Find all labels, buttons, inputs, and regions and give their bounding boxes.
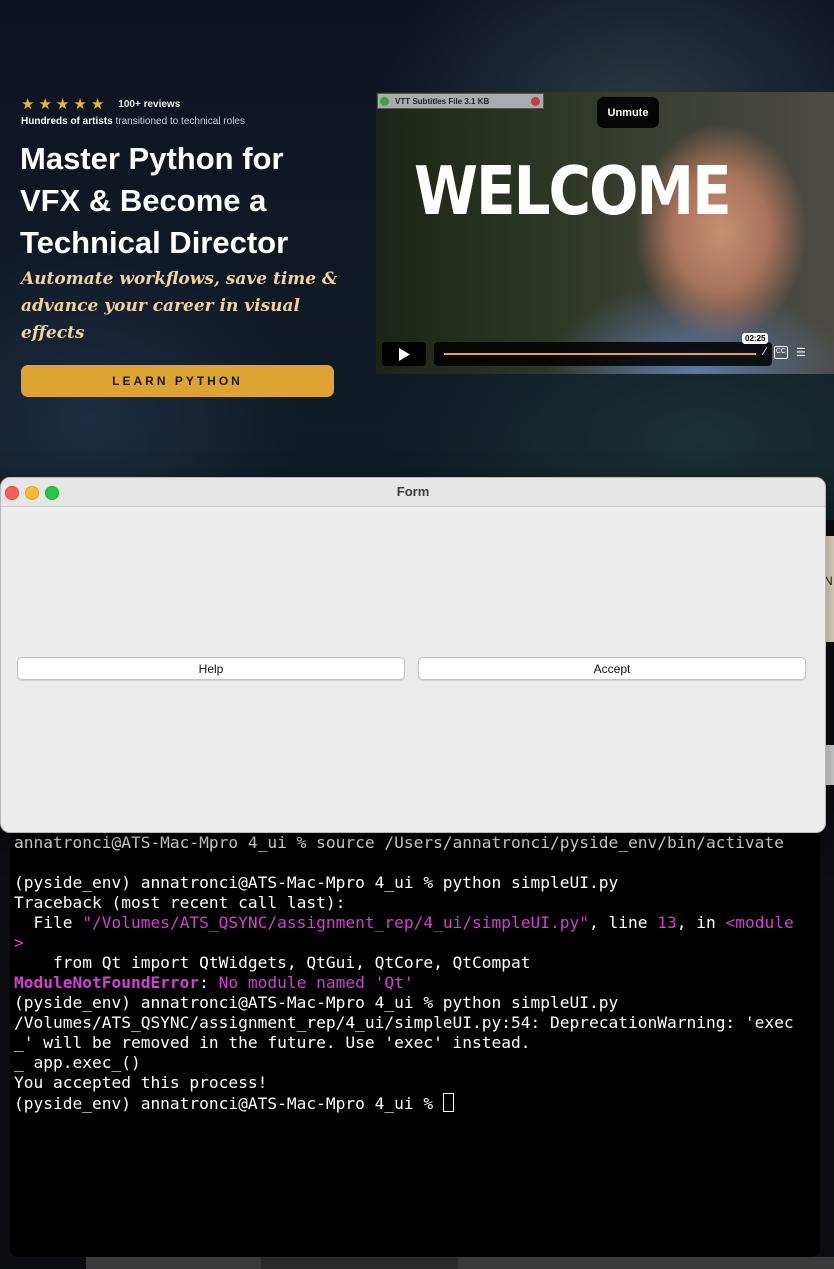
progress-fill xyxy=(444,353,756,355)
video-player[interactable]: WELCOME VTT Subtitles File 3.1 KB Unmute… xyxy=(376,92,834,374)
star-icon: ★ xyxy=(38,96,52,113)
video-welcome-text: WELCOME xyxy=(414,152,732,231)
terminal-cursor[interactable] xyxy=(442,1093,454,1112)
learn-python-button[interactable]: LEARN PYTHON xyxy=(21,365,334,397)
background-dock-strip xyxy=(86,1257,834,1269)
terminal-line: : xyxy=(199,973,219,992)
star-icon: ★ xyxy=(73,96,87,113)
error-type: ModuleNotFoundError xyxy=(14,973,200,992)
play-icon xyxy=(399,347,410,361)
terminal-line: (pyside_env) annatronci@ATS-Mac-Mpro 4_u… xyxy=(14,993,619,1012)
terminal-line: (pyside_env) annatronci@ATS-Mac-Mpro 4_u… xyxy=(14,873,619,892)
terminal-line: annatronci@ATS-Mac-Mpro 4_ui % source /U… xyxy=(14,833,784,852)
terminal-line: _' will be removed in the future. Use 'e… xyxy=(14,1033,531,1052)
star-icon: ★ xyxy=(55,96,70,113)
terminal-line: , in xyxy=(676,913,726,932)
star-icon: ★ xyxy=(21,96,35,113)
background-thumbnail xyxy=(458,1257,834,1269)
terminal-line: You accepted this process! xyxy=(14,1073,268,1092)
captions-icon[interactable]: CC xyxy=(773,346,788,359)
window-title: Form xyxy=(396,484,430,499)
video-controls: ∕ CC ☰ xyxy=(764,346,806,359)
window-titlebar[interactable]: Form xyxy=(1,478,825,507)
terminal-line: from Qt import QtWidgets, QtGui, QtCore,… xyxy=(14,953,531,972)
traceback-module: <module xyxy=(725,913,794,932)
hero-headline: Master Python for VFX & Become a Technic… xyxy=(20,141,289,260)
volume-muted-icon[interactable]: ∕ xyxy=(764,346,766,359)
error-message: No module named 'Qt' xyxy=(218,973,414,992)
terminal-line: , line xyxy=(589,913,658,932)
vtt-subtitles-tag[interactable]: VTT Subtitles File 3.1 KB xyxy=(377,93,544,109)
terminal-line: Traceback (most recent call last): xyxy=(14,893,346,912)
traceback-path: "/Volumes/ATS_QSYNC/assignment_rep/4_ui/… xyxy=(82,913,590,932)
accept-button[interactable]: Accept xyxy=(418,657,806,680)
course-hero: ★ ★ ★ ★ ★ 100+ reviews Hundreds of artis… xyxy=(0,0,834,520)
terminal-output: annatronci@ATS-Mac-Mpro 4_ui % source /U… xyxy=(14,833,794,1114)
form-window: Form Help Accept xyxy=(0,477,826,833)
settings-icon[interactable]: ☰ xyxy=(796,346,806,359)
close-icon[interactable] xyxy=(531,96,540,106)
video-time: 02:25 xyxy=(742,333,769,344)
social-proof-rest: transitioned to technical roles xyxy=(112,116,245,127)
terminal-prompt: (pyside_env) annatronci@ATS-Mac-Mpro 4_u… xyxy=(14,1094,443,1113)
reviews-count: 100+ reviews xyxy=(118,99,181,110)
social-proof: Hundreds of artists transitioned to tech… xyxy=(21,116,245,127)
terminal-line: _ app.exec_() xyxy=(14,1053,141,1072)
star-icon: ★ xyxy=(90,96,105,113)
rating-row: ★ ★ ★ ★ ★ 100+ reviews xyxy=(21,97,180,112)
social-proof-bold: Hundreds of artists xyxy=(21,116,113,127)
file-icon xyxy=(380,96,389,106)
terminal-line: /Volumes/ATS_QSYNC/assignment_rep/4_ui/s… xyxy=(14,1013,794,1032)
video-progress-bar[interactable] xyxy=(434,342,772,366)
terminal-line: File xyxy=(14,913,83,932)
unmute-button[interactable]: Unmute xyxy=(597,97,659,128)
terminal-window[interactable]: annatronci@ATS-Mac-Mpro 4_ui % source /U… xyxy=(10,829,820,1257)
traceback-module-end: > xyxy=(14,933,24,952)
hero-tagline: Automate workflows, save time & advance … xyxy=(21,269,338,343)
help-button[interactable]: Help xyxy=(17,657,405,680)
background-thumbnail xyxy=(86,1257,261,1269)
traceback-line-number: 13 xyxy=(657,913,677,932)
play-button[interactable] xyxy=(382,342,426,366)
vtt-label: VTT Subtitles File 3.1 KB xyxy=(395,96,490,106)
